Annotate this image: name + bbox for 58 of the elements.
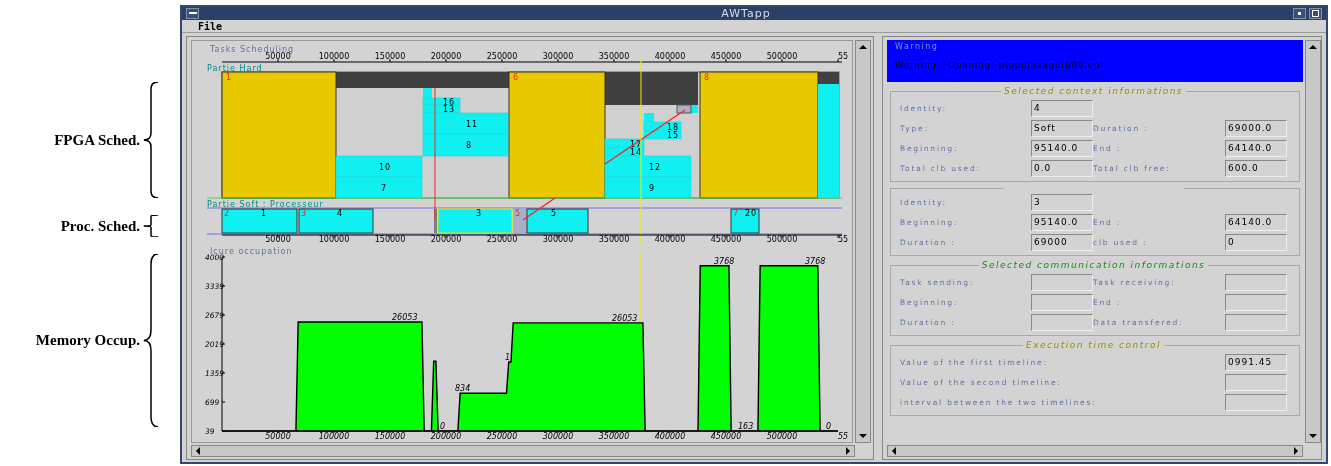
section-title: Tasks Scheduling <box>210 45 295 54</box>
lane-label: Partie Soft : Processeur <box>207 200 324 209</box>
tick-label: 100000 <box>318 52 350 61</box>
tick-label: 450000 <box>710 235 742 244</box>
tick-label: 250000 <box>486 432 518 441</box>
group-title: Execution time control <box>1025 340 1162 350</box>
tick-label: 200000 <box>430 432 462 441</box>
tick-label: 400000 <box>654 235 686 244</box>
tick-label: 300000 <box>542 52 574 61</box>
value-label: 26053 <box>612 313 638 323</box>
context-label: 5 <box>515 209 521 218</box>
tick-label: 150000 <box>374 432 406 441</box>
tick-label: 500000 <box>766 432 798 441</box>
tick-label: 50000 <box>265 235 291 244</box>
tick-label: 55 <box>838 235 849 244</box>
lane-label: Partie Hard <box>207 64 263 73</box>
tick-label: 55 <box>838 432 849 441</box>
value-label: 163 <box>738 422 754 431</box>
value-label: 26053 <box>392 313 418 322</box>
tick-label: 450000 <box>710 52 742 61</box>
warning-title: Warning <box>895 42 940 51</box>
tick-label: 250000 <box>486 52 518 61</box>
tick-label: 400000 <box>654 432 686 441</box>
tick-label: 250000 <box>486 235 518 244</box>
annotation-label: Proc. Sched. <box>60 217 140 235</box>
value-label: 834 <box>454 384 471 394</box>
annotation-label: Memory Occup. <box>35 332 140 349</box>
value-label: 0 <box>826 422 832 431</box>
group-title: Selected communication informations <box>980 260 1207 270</box>
tick-label: 100000 <box>318 432 350 441</box>
tick-label: 200000 <box>430 52 462 61</box>
window-title: AWTapp <box>720 7 772 20</box>
tick-label: 150000 <box>374 235 406 244</box>
group-title: Selected context informations <box>1002 86 1185 96</box>
tick-label: 400000 <box>654 52 686 61</box>
value-label: 3768 <box>804 256 826 266</box>
tick-label: 100000 <box>318 235 350 244</box>
tick-label: 500000 <box>766 52 798 61</box>
value-label: 0 <box>439 422 446 431</box>
tick-label: 150000 <box>374 52 406 61</box>
tick-label: 500000 <box>766 235 798 244</box>
tick-label: 450000 <box>710 432 742 441</box>
tick-label: 300000 <box>542 432 574 441</box>
tick-label: 300000 <box>542 235 574 244</box>
annotation-label: FPGA Sched. <box>54 131 140 149</box>
tick-label: 50000 <box>265 52 291 61</box>
tick-label: 50000 <box>265 432 291 441</box>
value-label: 3768 <box>714 256 735 266</box>
context-label: 7 <box>733 209 739 218</box>
tick-label: 350000 <box>598 432 630 441</box>
tick-label: 200000 <box>430 235 462 244</box>
tick-label: 55 <box>838 52 849 61</box>
warning-message: Warning : Opening: pippoinzagui600.epi <box>895 60 1105 70</box>
tick-label: 350000 <box>598 235 630 244</box>
tick-label: 350000 <box>598 52 630 61</box>
value-label: 1 <box>505 353 511 362</box>
context-label: 3 <box>301 209 307 218</box>
context-label: 2 <box>224 209 230 218</box>
